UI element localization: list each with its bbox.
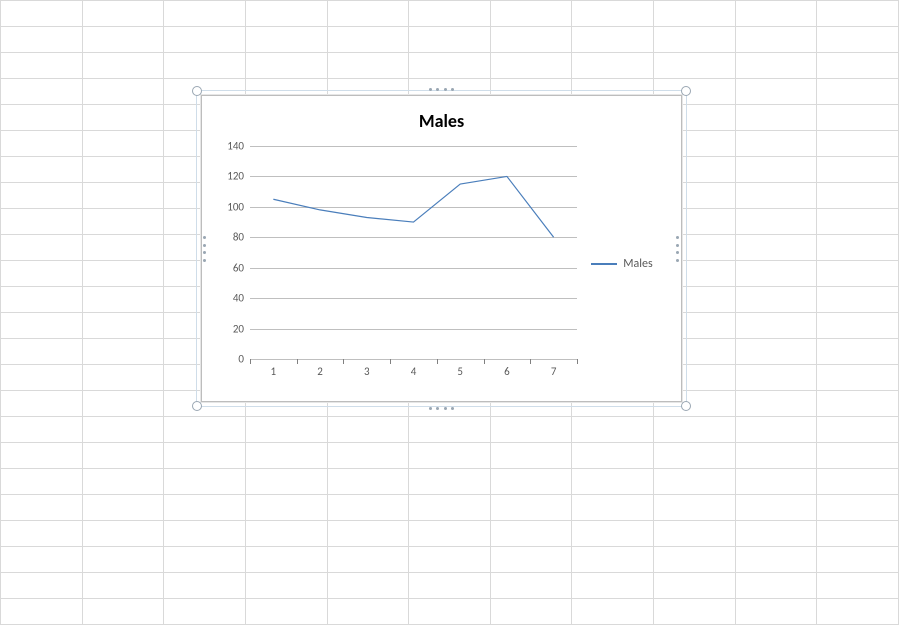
y-tick-label: 120 [216, 170, 250, 183]
legend-swatch [591, 263, 617, 265]
legend-item[interactable]: Males [591, 257, 652, 271]
y-tick-label: 40 [216, 292, 250, 305]
x-tick-mark [577, 359, 578, 364]
resize-handle-left[interactable] [202, 236, 208, 262]
x-tick-label: 7 [551, 359, 557, 378]
x-tick-label: 4 [411, 359, 417, 378]
x-tick-label: 1 [271, 359, 277, 378]
x-tick-label: 6 [504, 359, 510, 378]
y-tick-label: 100 [216, 200, 250, 213]
x-tick-mark [297, 359, 298, 364]
x-tick-mark [437, 359, 438, 364]
plot-area[interactable]: 0204060801001201401234567 [250, 146, 577, 359]
x-tick-mark [250, 359, 251, 364]
chart-object[interactable]: Males 0 20 40 60 80 100 120 140 1 2 3 4 5 6 7 Males [201, 95, 682, 402]
y-tick-label: 140 [216, 140, 250, 153]
legend-label: Males [623, 257, 652, 271]
y-tick-label: 0 [216, 353, 250, 366]
x-tick-mark [390, 359, 391, 364]
plot-wrap: 0 20 40 60 80 100 120 140 1 2 3 4 5 6 7 [216, 142, 577, 385]
x-tick-mark [530, 359, 531, 364]
resize-handle-right[interactable] [675, 236, 681, 262]
chart-body: 0 20 40 60 80 100 120 140 1 2 3 4 5 6 7 Males [216, 142, 667, 385]
chart-title[interactable]: Males [202, 96, 681, 138]
x-tick-label: 2 [317, 359, 323, 378]
x-tick-label: 3 [364, 359, 370, 378]
y-tick-label: 20 [216, 322, 250, 335]
legend[interactable]: Males [577, 142, 667, 385]
line-series[interactable] [250, 146, 577, 359]
y-tick-label: 60 [216, 261, 250, 274]
x-tick-mark [343, 359, 344, 364]
y-tick-label: 80 [216, 231, 250, 244]
x-tick-label: 5 [457, 359, 463, 378]
x-tick-mark [484, 359, 485, 364]
